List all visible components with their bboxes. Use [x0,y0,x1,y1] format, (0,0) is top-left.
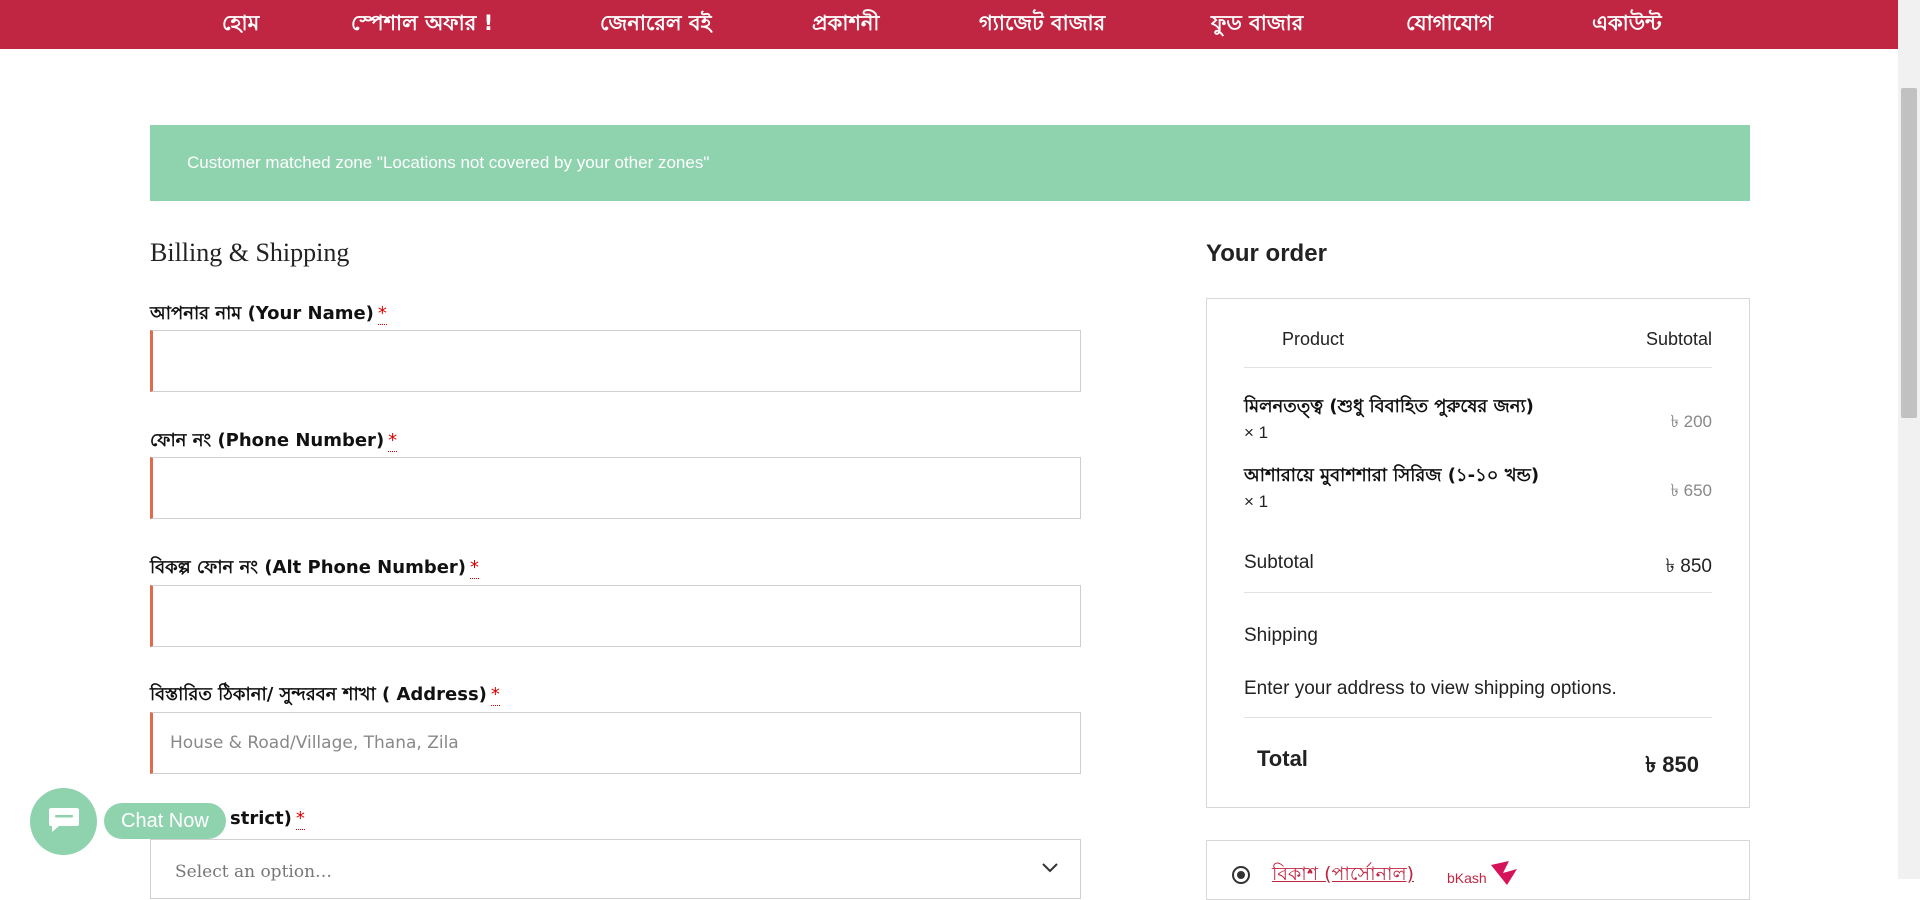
nav-item-general-books[interactable]: জেনারেল বই [600,7,712,42]
billing-section-title: Billing & Shipping [150,238,350,267]
required-marker: * [388,430,398,452]
address-label-text: বিস্তারিত ঠিকানা/ সুন্দরবন শাখা ( Addres… [150,684,487,705]
subtotal-value: ৳ 850 [1665,556,1712,577]
subtotal-column-header: Subtotal [1645,329,1712,349]
address-field-label: বিস্তারিত ঠিকানা/ সুন্দরবন শাখা ( Addres… [150,680,500,711]
divider [1244,367,1712,368]
alt-phone-input[interactable] [150,585,1081,647]
shipping-label: Shipping [1244,625,1318,646]
order-item-price: ৳ 650 [1670,481,1712,500]
order-item-qty: × 1 [1244,492,1269,511]
order-title: Your order [1206,240,1327,267]
page-scrollbar[interactable] [1898,0,1920,879]
product-column-header: Product [1282,329,1345,349]
order-item-name: আশারায়ে মুবাশশারা সিরিজ (১-১০ খন্ড) [1244,465,1540,486]
nav-item-account[interactable]: একাউন্ট [1592,7,1662,42]
required-marker: * [377,303,387,325]
required-marker: * [295,808,305,830]
nav-item-food-bazar[interactable]: ফুড বাজার [1211,7,1303,42]
phone-field-label: ফোন নং (Phone Number) * [150,426,398,457]
required-marker: * [490,684,500,706]
shipping-message: Enter your address to view shipping opti… [1244,678,1617,699]
scrollbar-thumb[interactable] [1901,88,1917,418]
phone-label-text: ফোন নং (Phone Number) [150,430,385,451]
order-item-price: ৳ 200 [1670,412,1712,431]
district-select[interactable]: Select an option… [150,839,1081,899]
name-input[interactable] [150,330,1081,392]
payment-radio[interactable] [1232,866,1250,884]
divider [1244,592,1712,593]
payment-method-label[interactable]: বিকাশ (পার্সোনাল) [1272,860,1414,892]
shipping-zone-notice: Customer matched zone "Locations not cov… [150,125,1750,201]
name-label-text: আপনার নাম (Your Name) [150,303,374,324]
bkash-logo-icon: bKash [1447,859,1527,889]
chevron-down-icon [1042,858,1058,877]
svg-text:bKash: bKash [1447,870,1487,886]
district-select-value: Select an option… [175,862,333,882]
subtotal-label: Subtotal [1244,552,1314,573]
nav-item-contact[interactable]: যোগাযোগ [1406,7,1493,42]
top-navigation: হোম স্পেশাল অফার ! জেনারেল বই প্রকাশনী গ… [0,0,1898,49]
order-summary: Product Subtotal মিলনতত্ত্ব (শুধু বিবাহি… [1206,298,1750,808]
order-item-name: মিলনতত্ত্ব (শুধু বিবাহিত পুরুষের জন্য) [1244,396,1534,417]
payment-method-option[interactable]: বিকাশ (পার্সোনাল) bKash [1206,840,1750,900]
chat-button[interactable] [30,788,97,855]
total-label: Total [1257,746,1308,771]
nav-item-gadget-bazar[interactable]: গ্যাজেট বাজার [979,7,1105,42]
alt-phone-field-label: বিকল্প ফোন নং (Alt Phone Number) * [150,553,480,584]
nav-item-publishers[interactable]: প্রকাশনী [812,7,879,42]
chat-now-label[interactable]: Chat Now [104,803,226,839]
chat-icon [47,805,81,839]
phone-input[interactable] [150,457,1081,519]
address-input[interactable] [150,712,1081,774]
name-field-label: আপনার নাম (Your Name) * [150,299,387,330]
divider [1244,717,1712,718]
alt-phone-label-text: বিকল্প ফোন নং (Alt Phone Number) [150,557,467,578]
total-value: ৳ 850 [1645,752,1699,777]
district-field-label: strict) * [230,808,305,830]
notice-text: Customer matched zone "Locations not cov… [187,153,710,172]
order-item-qty: × 1 [1244,423,1269,442]
district-label-text: strict) [230,808,292,829]
nav-item-special-offer[interactable]: স্পেশাল অফার ! [351,7,493,42]
required-marker: * [470,557,480,579]
nav-item-home[interactable]: হোম [222,7,259,42]
